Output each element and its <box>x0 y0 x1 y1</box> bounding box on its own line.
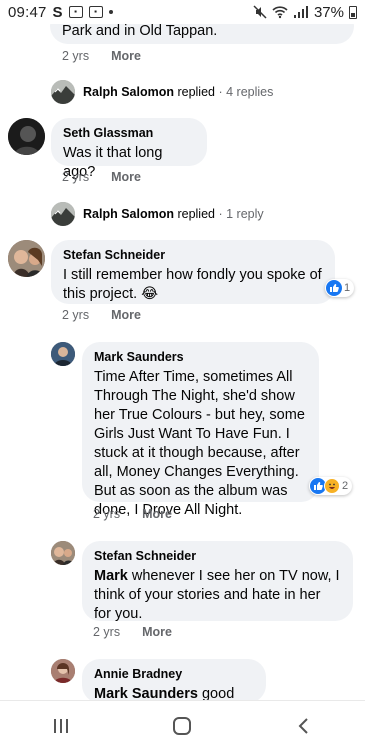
replied-verb: replied <box>177 85 215 99</box>
back-icon <box>298 717 308 734</box>
comment-text: Park and in Old Tappan. <box>62 23 218 39</box>
recent-apps-icon <box>53 718 68 733</box>
comment-bubble[interactable]: Stefan Schneider Mark whenever I see her… <box>82 541 353 622</box>
notification-icon-2: ▪ <box>88 6 103 18</box>
comment-age: 2 yrs <box>62 49 90 63</box>
more-link[interactable]: More <box>111 49 141 63</box>
comment-age: 2 yrs <box>62 170 90 184</box>
battery-percent: 37% <box>313 3 344 21</box>
reaction-count: 1 <box>344 282 351 294</box>
notification-icon: ▪ <box>68 6 83 18</box>
commenter-name[interactable]: Annie Bradney <box>94 667 254 681</box>
avatar[interactable] <box>8 118 45 155</box>
comment-age: 2 yrs <box>62 308 90 322</box>
comment-bubble[interactable]: Annie Bradney Mark Saunders good lord <box>82 659 266 721</box>
status-time: 09:47 <box>8 3 47 21</box>
comment-meta: 2 yrs More <box>62 308 141 322</box>
view-replies-row[interactable]: Ralph Salomon replied · 1 reply <box>51 202 264 226</box>
comment-bubble[interactable]: Mark Saunders Time After Time, sometimes… <box>82 342 319 518</box>
more-link[interactable]: More <box>142 507 172 521</box>
more-notifications-icon <box>108 10 113 14</box>
reply-count: · 4 replies <box>218 85 274 99</box>
home-icon <box>173 716 192 735</box>
replier-name: Ralph Salomon <box>83 207 174 221</box>
commenter-name[interactable]: Stefan Schneider <box>94 549 341 563</box>
mute-icon <box>253 5 267 19</box>
haha-icon <box>324 478 340 494</box>
avatar <box>51 80 75 104</box>
avatar <box>51 202 75 226</box>
comment-meta: 2 yrs More <box>93 507 172 521</box>
comment-text: I still remember how fondly you spoke of… <box>63 267 322 302</box>
reaction-summary[interactable]: 2 <box>309 477 353 495</box>
avatar[interactable] <box>51 342 75 366</box>
home-button[interactable] <box>162 706 202 746</box>
comment-age: 2 yrs <box>93 625 121 639</box>
comment-bubble[interactable]: Stefan Schneider I still remember how fo… <box>51 240 335 304</box>
more-link[interactable]: More <box>142 625 172 639</box>
recent-apps-button[interactable] <box>41 706 81 746</box>
replier-name: Ralph Salomon <box>83 85 174 99</box>
comment-text-body: whenever I see her on TV now, I think of… <box>94 568 340 622</box>
comment-text: Mark whenever I see her on TV now, I thi… <box>94 568 340 622</box>
commenter-name[interactable]: Mark Saunders <box>94 350 307 364</box>
replied-verb: replied <box>177 207 215 221</box>
comment-meta: 2 yrs More <box>93 625 172 639</box>
view-replies-row[interactable]: Ralph Salomon replied · 4 replies <box>51 80 273 104</box>
comment-meta-top: 2 yrs More <box>62 49 141 63</box>
samsung-icon: S <box>52 3 63 21</box>
like-icon <box>326 280 342 296</box>
battery-icon <box>349 5 357 19</box>
wifi-icon <box>272 6 288 19</box>
avatar[interactable] <box>51 541 75 565</box>
commenter-name[interactable]: Stefan Schneider <box>63 248 323 262</box>
commenter-name[interactable]: Seth Glassman <box>63 126 195 140</box>
avatar[interactable] <box>51 659 75 683</box>
comment-text: Time After Time, sometimes All Through T… <box>94 369 305 518</box>
more-link[interactable]: More <box>111 308 141 322</box>
signal-icon <box>293 6 308 18</box>
more-link[interactable]: More <box>111 170 141 184</box>
status-bar: 09:47 S ▪ ▪ 37% <box>0 0 365 24</box>
system-nav-bar <box>0 700 365 750</box>
reaction-summary[interactable]: 1 <box>325 279 355 297</box>
mention-link[interactable]: Mark <box>94 568 128 584</box>
avatar[interactable] <box>8 240 45 277</box>
reaction-count: 2 <box>342 480 349 492</box>
comment-meta: 2 yrs More <box>62 170 141 184</box>
back-button[interactable] <box>284 706 324 746</box>
comment-age: 2 yrs <box>93 507 121 521</box>
comment-bubble[interactable]: Seth Glassman Was it that long ago? <box>51 118 207 180</box>
reply-count: · 1 reply <box>218 207 264 221</box>
